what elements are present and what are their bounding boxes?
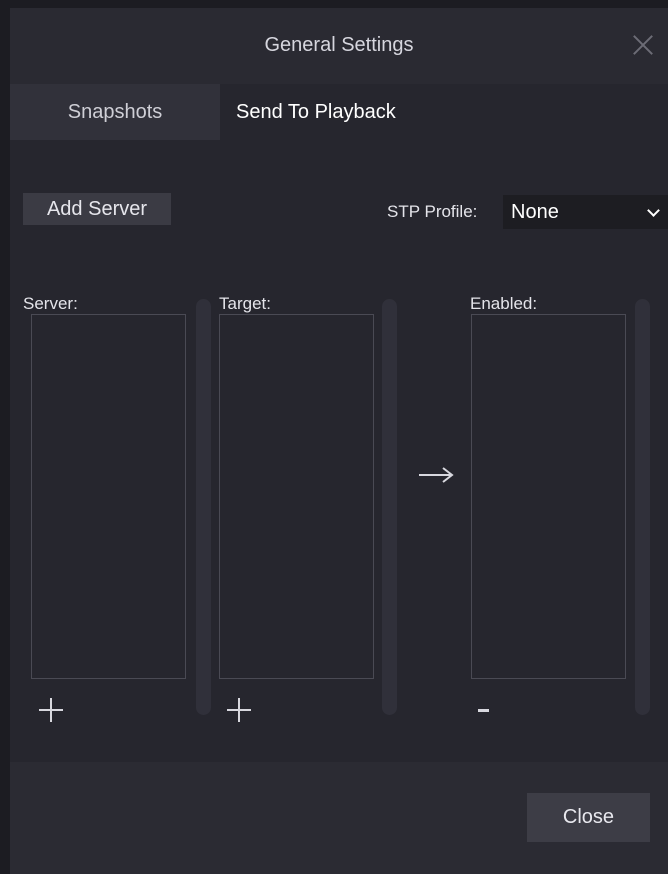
- enabled-column-label: Enabled:: [470, 294, 538, 313]
- tab-send-to-playback[interactable]: Send To Playback: [220, 84, 440, 140]
- tab-bar: Snapshots Send To Playback: [10, 84, 668, 140]
- general-settings-dialog: General Settings Snapshots Send To Playb…: [10, 8, 668, 874]
- target-column-label: Target:: [219, 294, 271, 313]
- close-button[interactable]: Close: [527, 793, 650, 842]
- dialog-titlebar: General Settings: [10, 8, 668, 84]
- remove-minus-icon[interactable]: [478, 709, 489, 712]
- enabled-list[interactable]: [471, 314, 626, 679]
- dialog-footer: Close: [10, 762, 668, 874]
- stp-profile-label: STP Profile:: [387, 202, 478, 221]
- arrow-right-icon[interactable]: [418, 465, 454, 485]
- server-list-scrollbar[interactable]: [196, 299, 211, 715]
- close-x-icon[interactable]: [630, 32, 656, 58]
- tab-snapshots[interactable]: Snapshots: [10, 84, 220, 140]
- dialog-title: General Settings: [264, 34, 414, 56]
- add-server-plus-icon[interactable]: [39, 698, 63, 722]
- target-list[interactable]: [219, 314, 374, 679]
- add-target-plus-icon[interactable]: [227, 698, 251, 722]
- enabled-list-scrollbar[interactable]: [635, 299, 650, 715]
- server-list[interactable]: [31, 314, 186, 679]
- stp-profile-value: None: [511, 201, 559, 223]
- chevron-down-icon: [647, 204, 660, 217]
- add-server-button[interactable]: Add Server: [23, 193, 171, 225]
- target-list-scrollbar[interactable]: [382, 299, 397, 715]
- server-column-label: Server:: [23, 294, 78, 313]
- stp-profile-dropdown[interactable]: None: [503, 195, 668, 229]
